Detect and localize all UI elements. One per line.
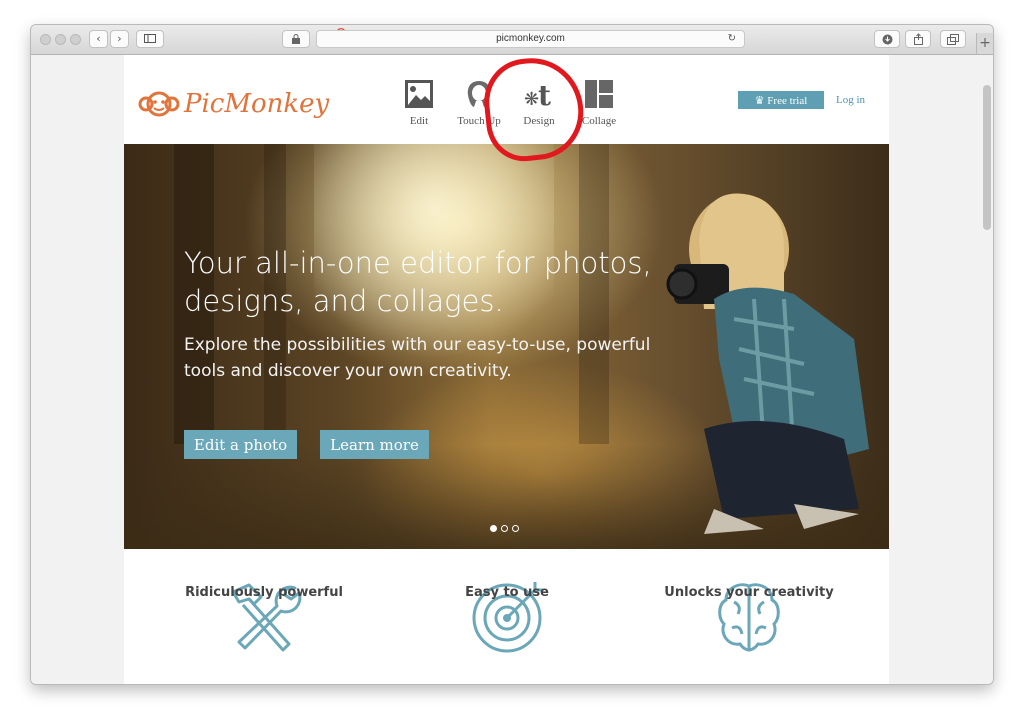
picmonkey-logo[interactable]: PicMonkey (138, 84, 329, 124)
share-button[interactable] (905, 30, 931, 48)
feature-easy: Easy to use (392, 585, 622, 600)
learn-more-button[interactable]: Learn more (320, 430, 429, 459)
new-tab-button[interactable]: + (976, 33, 993, 54)
lock-icon (292, 34, 300, 44)
download-icon (882, 34, 892, 45)
carousel-dots (490, 525, 519, 532)
privacy-button[interactable] (282, 30, 310, 48)
feature-powerful: Ridiculously powerful (149, 585, 379, 600)
image-icon (405, 80, 433, 108)
monkey-logo-icon (138, 91, 180, 117)
back-button[interactable]: ‹ (89, 30, 108, 48)
hero-title: Your all-in-one editor for photos, desig… (184, 246, 652, 318)
hero-subtitle: Explore the possibilities with our easy-… (184, 335, 651, 381)
crown-icon: ♛ (754, 95, 765, 107)
downloads-button[interactable] (874, 30, 900, 48)
vertical-scrollbar[interactable] (983, 85, 991, 230)
zoom-window-button[interactable] (70, 34, 81, 45)
close-window-button[interactable] (40, 34, 51, 45)
carousel-dot-3[interactable] (512, 525, 519, 532)
browser-toolbar: ‹ › 6 picmonkey.com ↻ + (31, 25, 993, 55)
hero-banner: Your all-in-one editor for photos, desig… (124, 144, 889, 549)
collage-icon (585, 80, 613, 108)
feature-title: Easy to use (465, 585, 549, 600)
share-icon (913, 33, 923, 45)
girl-photographer-image (666, 193, 869, 534)
carousel-dot-2[interactable] (501, 525, 508, 532)
sidebar-icon (144, 34, 156, 43)
chevron-left-icon: ‹ (96, 32, 101, 45)
login-link[interactable]: Log in (836, 94, 865, 106)
free-trial-button[interactable]: ♛ Free trial (738, 91, 824, 109)
forward-button[interactable]: › (110, 30, 129, 48)
feature-title: Unlocks your creativity (664, 585, 834, 600)
nav-edit[interactable]: Edit (389, 79, 449, 127)
logo-text: PicMonkey (184, 89, 330, 119)
address-bar[interactable]: picmonkey.com ↻ (316, 30, 745, 48)
tabs-overview-button[interactable] (940, 30, 966, 48)
feature-title: Ridiculously powerful (185, 585, 343, 600)
reload-icon[interactable]: ↻ (728, 31, 736, 47)
feature-creativity: Unlocks your creativity (634, 585, 864, 600)
carousel-dot-1[interactable] (490, 525, 497, 532)
minimize-window-button[interactable] (55, 34, 66, 45)
chevron-right-icon: › (117, 32, 122, 45)
url-text: picmonkey.com (496, 33, 565, 44)
sidebar-button[interactable] (136, 30, 164, 48)
edit-photo-button[interactable]: Edit a photo (184, 430, 297, 459)
tabs-icon (947, 34, 959, 45)
